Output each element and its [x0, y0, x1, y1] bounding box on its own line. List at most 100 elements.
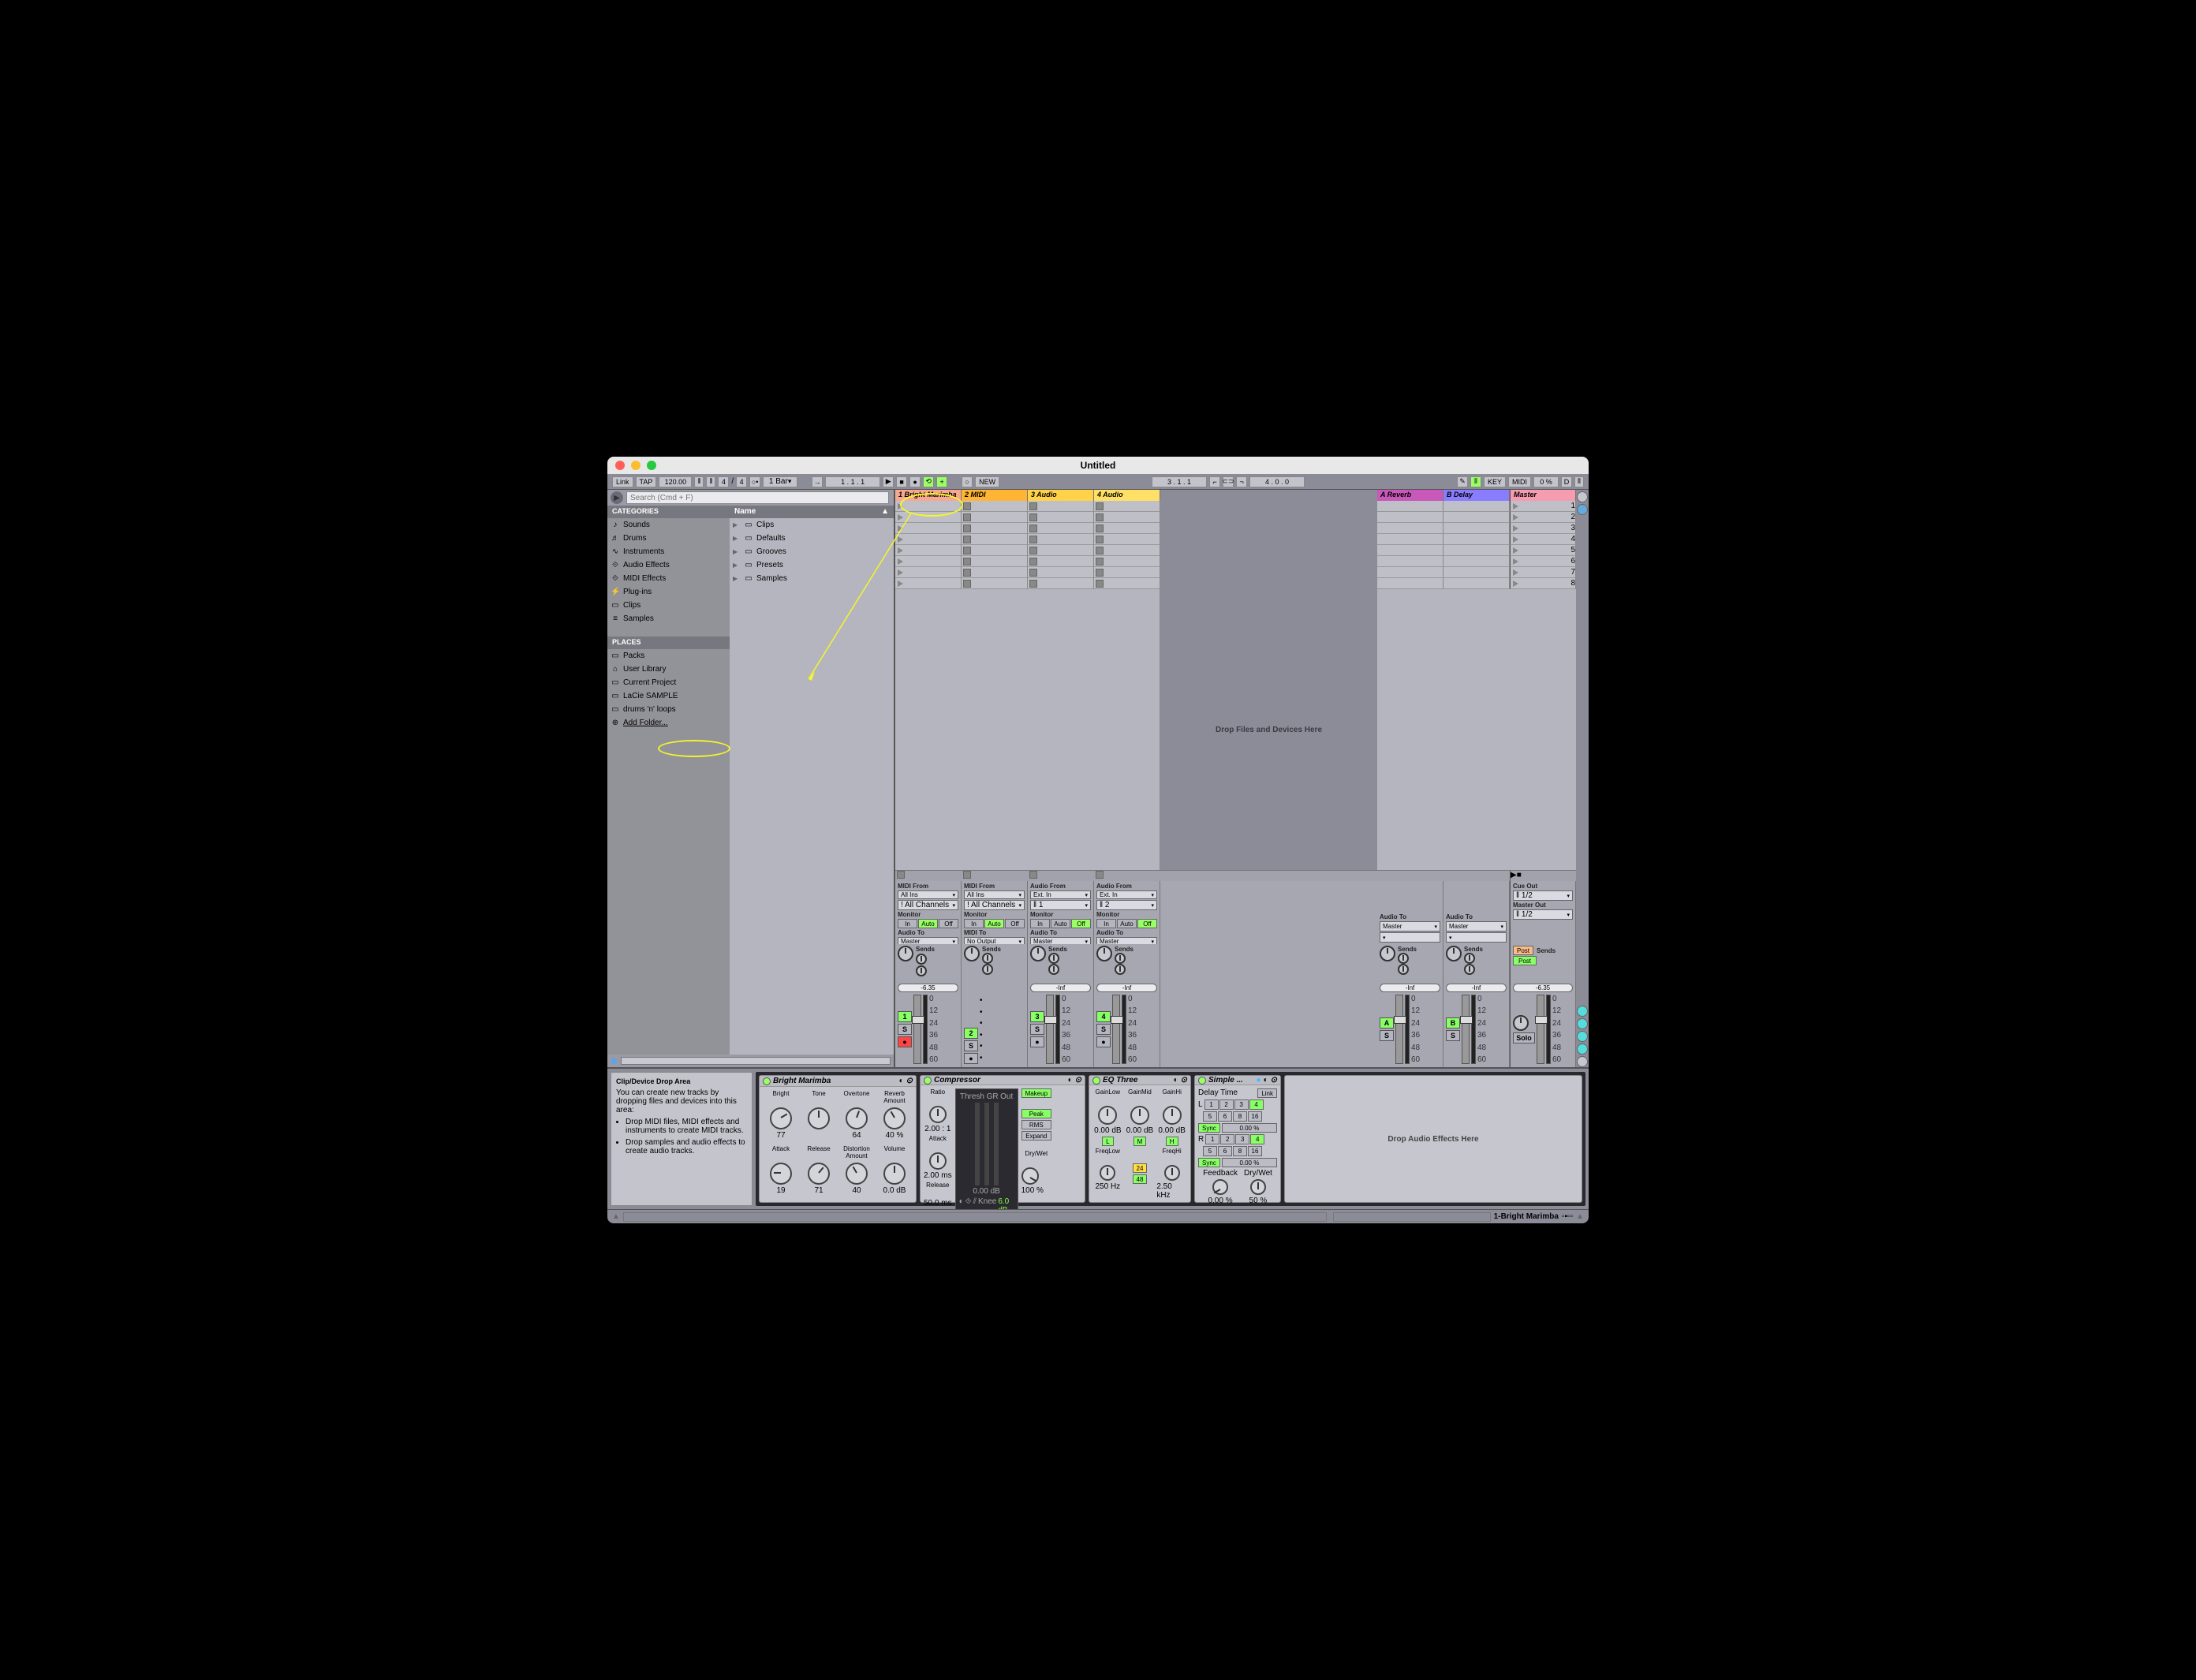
clip-slot[interactable]	[1028, 556, 1094, 567]
stop-button[interactable]: ■	[896, 476, 907, 487]
volume-field[interactable]: -Inf	[1446, 984, 1507, 992]
pan-knob[interactable]	[1380, 946, 1395, 961]
device-power-icon[interactable]	[924, 1077, 932, 1085]
master-out-select[interactable]: ‖ 1/2	[1513, 909, 1573, 920]
clip-slot[interactable]	[962, 556, 1028, 567]
delay-div[interactable]: 6	[1218, 1111, 1232, 1122]
category-instruments[interactable]: ∿Instruments	[607, 545, 730, 558]
monitor-off[interactable]: Off	[1071, 919, 1091, 928]
solo-button[interactable]: S	[964, 1040, 978, 1051]
gain-mid-knob[interactable]	[1130, 1106, 1149, 1125]
monitor-auto[interactable]: Auto	[984, 919, 1004, 928]
clip-slot[interactable]	[1094, 567, 1160, 578]
send-a-knob[interactable]	[1115, 953, 1126, 964]
punch-in[interactable]: ⌐	[1209, 476, 1220, 487]
monitor-auto[interactable]: Auto	[1051, 919, 1070, 928]
solo-button[interactable]: S	[1030, 1024, 1044, 1035]
tap-button[interactable]: TAP	[636, 476, 657, 487]
macro-knob[interactable]: Attack19	[763, 1145, 799, 1199]
expand-button[interactable]: Expand	[1021, 1131, 1051, 1141]
monitor-auto[interactable]: Auto	[1117, 919, 1137, 928]
peak-button[interactable]: Peak	[1021, 1109, 1051, 1118]
clip-slot[interactable]	[1094, 578, 1160, 589]
solo-button[interactable]: S	[1446, 1030, 1460, 1041]
audio-from-select[interactable]: Ext. In	[1096, 890, 1157, 899]
category-sounds[interactable]: ♪Sounds	[607, 518, 730, 532]
volume-slider[interactable]	[1046, 995, 1054, 1064]
play-button[interactable]: ▶	[883, 476, 894, 487]
delay-div[interactable]: 5	[1203, 1146, 1217, 1156]
rms-button[interactable]: RMS	[1021, 1120, 1051, 1129]
delay-div[interactable]: 1	[1204, 1099, 1219, 1110]
midi-ch-select[interactable]: ! All Channels	[898, 900, 958, 910]
mixer-toggle[interactable]	[1577, 1043, 1588, 1055]
new-button[interactable]: NEW	[975, 476, 999, 487]
loop-button[interactable]: ⊂⊃	[1223, 476, 1234, 487]
delay-div[interactable]: 16	[1248, 1111, 1262, 1122]
send-b-knob[interactable]	[916, 965, 927, 976]
clip-slot[interactable]	[1094, 501, 1160, 512]
post-button[interactable]: Post	[1513, 956, 1537, 965]
returns-toggle[interactable]	[1577, 1031, 1588, 1042]
link-button[interactable]: Link	[1257, 1088, 1277, 1098]
sends-toggle[interactable]	[1577, 1018, 1588, 1029]
category-drums[interactable]: ♬Drums	[607, 532, 730, 545]
volume-slider[interactable]	[1395, 995, 1403, 1064]
midi-map[interactable]: MIDI	[1508, 476, 1531, 487]
clip-slot[interactable]	[895, 545, 962, 556]
volume-slider[interactable]	[1462, 995, 1470, 1064]
delay-div[interactable]: 5	[1203, 1111, 1217, 1122]
scene-launch[interactable]: 2	[1510, 512, 1576, 523]
macro-knob[interactable]: Tone	[801, 1090, 837, 1144]
clip-slot[interactable]	[962, 567, 1028, 578]
volume-slider[interactable]	[1112, 995, 1120, 1064]
clip-slot[interactable]	[1028, 501, 1094, 512]
sig-den[interactable]: 4	[736, 476, 747, 487]
tempo-nudge-up[interactable]: ⦀	[706, 476, 715, 487]
delay-div[interactable]: 2	[1220, 1134, 1234, 1144]
delay-pct-r[interactable]: 0.00 %	[1222, 1158, 1277, 1167]
return-header-a[interactable]: A Reverb	[1377, 490, 1443, 501]
monitor-in[interactable]: In	[898, 919, 917, 928]
makeup-button[interactable]: Makeup	[1021, 1088, 1051, 1098]
scene-launch[interactable]: 8	[1510, 578, 1576, 589]
place-drums-loops[interactable]: ▭drums 'n' loops	[607, 703, 730, 716]
track-header-4[interactable]: 4 Audio	[1094, 490, 1160, 501]
delay-div[interactable]: 8	[1233, 1111, 1247, 1122]
slope-24[interactable]: 24	[1133, 1163, 1148, 1173]
pan-knob[interactable]	[898, 946, 913, 961]
drywet-knob[interactable]	[1250, 1179, 1266, 1195]
category-plugins[interactable]: ⚡Plug-ins	[607, 585, 730, 599]
pan-knob[interactable]	[1096, 946, 1112, 961]
session-rec[interactable]: ○	[962, 476, 973, 487]
clip-slot[interactable]	[1094, 545, 1160, 556]
track-stop[interactable]	[895, 871, 962, 881]
solo-button[interactable]: S	[1380, 1030, 1394, 1041]
follow-button[interactable]: →	[812, 476, 823, 487]
track-header-2[interactable]: 2 MIDI	[962, 490, 1028, 501]
clip-slot[interactable]	[1028, 578, 1094, 589]
gain-hi-knob[interactable]	[1163, 1106, 1182, 1125]
clip-slot[interactable]	[962, 578, 1028, 589]
scene-launch[interactable]: 4	[1510, 534, 1576, 545]
master-header[interactable]: Master	[1510, 490, 1576, 501]
folder-presets[interactable]: ▶▭Presets	[730, 558, 894, 572]
status-triangle-icon[interactable]: ▲	[612, 1212, 620, 1221]
track-stop[interactable]	[1094, 871, 1160, 881]
volume-slider[interactable]	[913, 995, 921, 1064]
track-activator[interactable]: 2	[964, 1028, 978, 1039]
macro-knob[interactable]: Distortion Amount40	[838, 1145, 875, 1199]
device-save-icon[interactable]: ◐	[1174, 1076, 1178, 1085]
pan-knob[interactable]	[1446, 946, 1462, 961]
scene-launch[interactable]: 7	[1510, 567, 1576, 578]
audio-to-select[interactable]: Master	[1446, 921, 1507, 931]
volume-field[interactable]: -Inf	[1380, 984, 1440, 992]
send-a-knob[interactable]	[1048, 953, 1059, 964]
clip-slot[interactable]	[895, 512, 962, 523]
folder-clips[interactable]: ▶▭Clips	[730, 518, 894, 532]
track-activator[interactable]: B	[1446, 1017, 1460, 1029]
audio-ch-select[interactable]: ‖ 1	[1030, 900, 1091, 910]
add-folder[interactable]: ⊕Add Folder...	[607, 716, 730, 730]
tempo-nudge-down[interactable]: ⦀	[694, 476, 704, 487]
drop-audio-effects[interactable]: Drop Audio Effects Here	[1284, 1075, 1582, 1203]
